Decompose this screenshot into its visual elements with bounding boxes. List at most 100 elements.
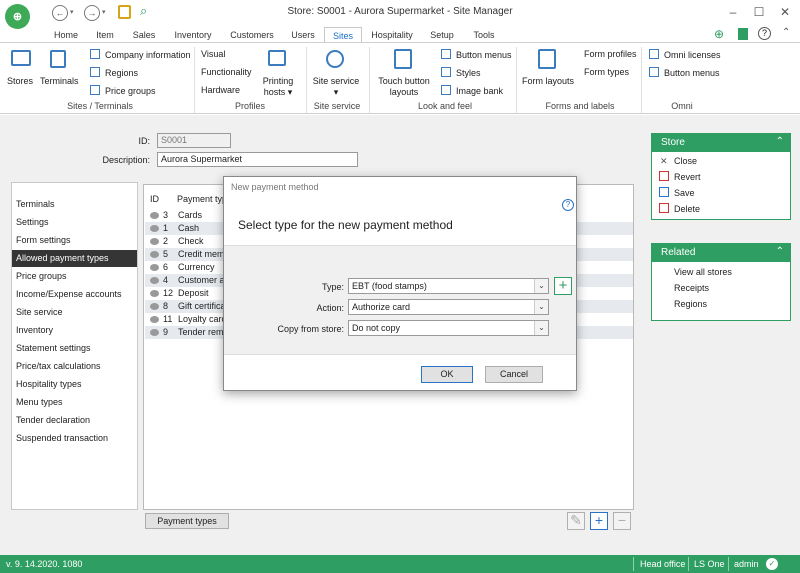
revert-icon [659, 171, 669, 181]
store-delete-link[interactable]: Delete [674, 204, 700, 214]
title-bar: ⊕ ← ▾ → ▾ ⌕ Store: S0001 - Aurora Superm… [0, 0, 800, 29]
payment-types-button[interactable]: Payment types [145, 513, 229, 529]
tab-sites[interactable]: Sites [324, 27, 362, 43]
functionality-button[interactable]: Functionality [201, 67, 252, 78]
row-id: 2 [163, 236, 169, 246]
nav-item-hospitality-types[interactable]: Hospitality types [12, 376, 137, 393]
tab-item[interactable]: Item [90, 27, 120, 43]
price-groups-button[interactable]: Price groups [90, 85, 156, 97]
collapse-icon[interactable]: ⌃ [776, 246, 784, 257]
version-text: v. 9. 14.2020. 1080 [6, 559, 83, 569]
related-view-all-stores-link[interactable]: View all stores [674, 267, 732, 277]
group-label-sites-terminals: Sites / Terminals [67, 101, 133, 111]
nav-item-suspended-transaction[interactable]: Suspended transaction [12, 430, 137, 447]
tab-home[interactable]: Home [50, 27, 82, 43]
nav-item-terminals[interactable]: Terminals [12, 196, 137, 213]
ok-button[interactable]: OK [421, 366, 473, 383]
regions-button[interactable]: Regions [90, 67, 138, 79]
description-field[interactable]: Aurora Supermarket [157, 152, 358, 167]
status-divider [728, 557, 729, 571]
nav-item-form-settings[interactable]: Form settings [12, 232, 137, 249]
tab-setup[interactable]: Setup [424, 27, 460, 43]
image-bank-button[interactable]: Image bank [441, 85, 503, 97]
omni-licenses-button[interactable]: Omni licenses [649, 49, 721, 61]
row-name: Gift certifica [178, 301, 226, 311]
styles-button[interactable]: Styles [441, 67, 481, 79]
form-layouts-button[interactable]: Form layouts [520, 76, 576, 87]
column-header-payment-type[interactable]: Payment typ [177, 194, 227, 204]
database-icon[interactable] [738, 28, 748, 40]
site-service-label: Site service [312, 76, 360, 86]
omni-button-menus-label: Button menus [664, 68, 720, 78]
touch-layouts-icon [394, 49, 412, 69]
type-select[interactable]: EBT (food stamps) ⌄ [348, 278, 549, 294]
hardware-button[interactable]: Hardware [201, 85, 240, 96]
tab-sales[interactable]: Sales [128, 27, 160, 43]
printing-hosts-button[interactable]: Printing hosts ▾ [258, 76, 298, 98]
add-type-icon[interactable]: + [554, 277, 572, 295]
terminals-icon [50, 50, 66, 68]
touch-button-layouts-button[interactable]: Touch button layouts [374, 76, 434, 98]
help-icon[interactable]: ? [562, 199, 574, 211]
related-receipts-link[interactable]: Receipts [674, 283, 709, 293]
nav-item-inventory[interactable]: Inventory [12, 322, 137, 339]
tab-inventory[interactable]: Inventory [168, 27, 218, 43]
nav-item-price-groups[interactable]: Price groups [12, 268, 137, 285]
cancel-button[interactable]: Cancel [485, 366, 543, 383]
store-close-link[interactable]: Close [674, 156, 697, 166]
check-icon: ✓ [766, 558, 778, 570]
save-icon [659, 187, 669, 197]
form-layouts-icon [538, 49, 556, 69]
company-information-button[interactable]: Company information [90, 49, 191, 61]
terminals-button[interactable]: Terminals [40, 76, 79, 87]
action-select[interactable]: Authorize card ⌄ [348, 299, 549, 315]
copy-from-store-select[interactable]: Do not copy ⌄ [348, 320, 549, 336]
related-regions-link[interactable]: Regions [674, 299, 707, 309]
printer-icon [268, 50, 286, 66]
row-id: 6 [163, 262, 169, 272]
payment-type-icon [150, 290, 159, 297]
maximize-icon[interactable]: ☐ [746, 3, 772, 21]
nav-item-tender-declaration[interactable]: Tender declaration [12, 412, 137, 429]
nav-item-price-tax-calculations[interactable]: Price/tax calculations [12, 358, 137, 375]
tab-users[interactable]: Users [286, 27, 320, 43]
tab-customers[interactable]: Customers [226, 27, 278, 43]
store-save-link[interactable]: Save [674, 188, 695, 198]
edit-icon[interactable]: ✎ [567, 512, 585, 530]
collapse-ribbon-icon[interactable]: ⌃ [782, 27, 790, 38]
button-menus-button[interactable]: Button menus [441, 49, 512, 61]
collapse-icon[interactable]: ⌃ [776, 136, 784, 147]
styles-label: Styles [456, 68, 481, 78]
row-name: Credit memo [178, 249, 230, 259]
stores-button[interactable]: Stores [4, 76, 36, 87]
user-text: admin [734, 559, 759, 569]
store-panel-title: Store [652, 134, 790, 152]
tab-tools[interactable]: Tools [468, 27, 500, 43]
row-id: 1 [163, 223, 169, 233]
column-header-id[interactable]: ID [150, 194, 159, 204]
nav-item-settings[interactable]: Settings [12, 214, 137, 231]
omni-icon[interactable]: ⊕ [714, 27, 724, 41]
regions-icon [90, 67, 100, 77]
id-label: ID: [138, 136, 150, 146]
action-label: Action: [316, 303, 344, 313]
omni-button-menus-button[interactable]: Button menus [649, 67, 720, 79]
nav-item-statement-settings[interactable]: Statement settings [12, 340, 137, 357]
nav-item-site-service[interactable]: Site service [12, 304, 137, 321]
form-profiles-button[interactable]: Form profiles [584, 49, 637, 60]
store-revert-link[interactable]: Revert [674, 172, 701, 182]
help-icon[interactable]: ? [758, 27, 771, 40]
close-window-icon[interactable]: ✕ [772, 3, 798, 21]
nav-item-income-expense-accounts[interactable]: Income/Expense accounts [12, 286, 137, 303]
site-service-button[interactable]: Site service ▾ [310, 76, 362, 98]
stores-icon [11, 50, 31, 66]
minimize-icon[interactable]: – [720, 3, 746, 21]
form-types-button[interactable]: Form types [584, 67, 629, 78]
add-icon[interactable]: + [590, 512, 608, 530]
tab-hospitality[interactable]: Hospitality [366, 27, 418, 43]
nav-item-menu-types[interactable]: Menu types [12, 394, 137, 411]
nav-item-allowed-payment-types[interactable]: Allowed payment types [12, 250, 137, 267]
remove-icon[interactable]: − [613, 512, 631, 530]
group-label-forms-and-labels: Forms and labels [545, 101, 615, 111]
visual-button[interactable]: Visual [201, 49, 225, 60]
